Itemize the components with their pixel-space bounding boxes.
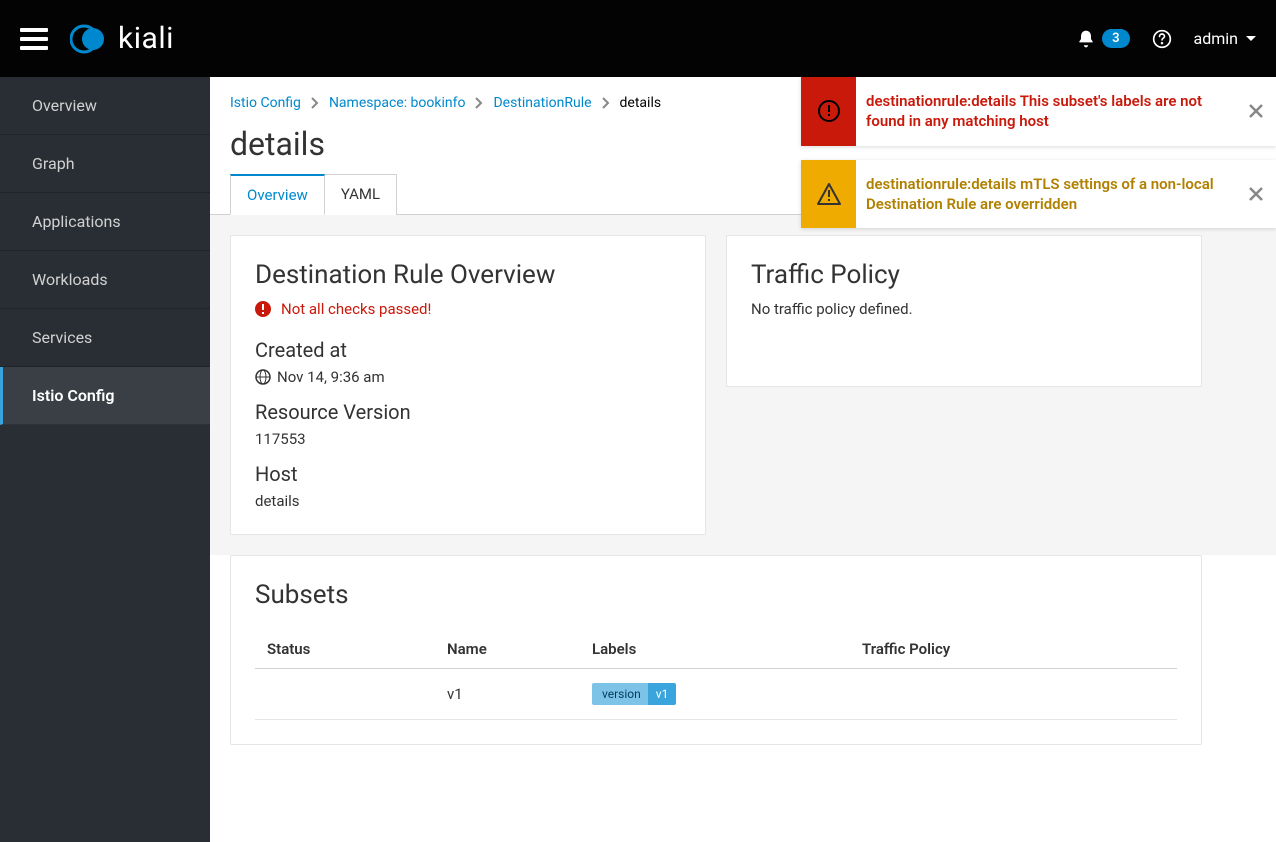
error-icon [255, 301, 271, 317]
alert-error-text: destinationrule:details This subset's la… [856, 77, 1236, 146]
tab-overview[interactable]: Overview [230, 174, 325, 215]
sidebar-item-services[interactable]: Services [0, 309, 210, 367]
cell-status [255, 669, 435, 720]
sidebar-item-graph[interactable]: Graph [0, 135, 210, 193]
cell-name: v1 [435, 669, 580, 720]
alert-error: destinationrule:details This subset's la… [801, 77, 1276, 146]
overview-card-title: Destination Rule Overview [255, 260, 681, 290]
sidebar-item-overview[interactable]: Overview [0, 77, 210, 135]
user-menu[interactable]: admin [1194, 29, 1256, 48]
close-icon [1249, 187, 1263, 201]
close-icon [1249, 104, 1263, 118]
hamburger-menu-icon[interactable] [20, 28, 48, 50]
created-at-label: Created at [255, 338, 681, 362]
tab-yaml[interactable]: YAML [325, 174, 397, 215]
resource-version-value: 117553 [255, 430, 681, 448]
subsets-title: Subsets [255, 580, 1177, 610]
sidebar-nav: Overview Graph Applications Workloads Se… [0, 77, 210, 842]
breadcrumb-current: details [620, 95, 662, 111]
breadcrumb-link-istio-config[interactable]: Istio Config [230, 95, 301, 111]
bell-icon [1076, 29, 1096, 49]
notifications-button[interactable]: 3 [1076, 29, 1129, 49]
app-header: kiali 3 admin [0, 0, 1276, 77]
col-labels: Labels [580, 630, 850, 669]
traffic-policy-title: Traffic Policy [751, 260, 1177, 290]
chevron-down-icon [1246, 36, 1256, 41]
globe-icon [255, 369, 271, 385]
table-row: v1 versionv1 [255, 669, 1177, 720]
alert-warning: destinationrule:details mTLS settings of… [801, 160, 1276, 229]
chevron-right-icon [311, 97, 319, 109]
table-header-row: Status Name Labels Traffic Policy [255, 630, 1177, 669]
traffic-policy-card: Traffic Policy No traffic policy defined… [726, 235, 1202, 387]
alert-warning-icon [801, 160, 856, 229]
chevron-right-icon [475, 97, 483, 109]
sidebar-item-workloads[interactable]: Workloads [0, 251, 210, 309]
breadcrumb-link-type[interactable]: DestinationRule [493, 95, 591, 111]
resource-version-label: Resource Version [255, 400, 681, 424]
created-at-value: Nov 14, 9:36 am [255, 368, 681, 386]
col-name: Name [435, 630, 580, 669]
label-value-chip: v1 [648, 683, 677, 705]
validation-status: Not all checks passed! [255, 300, 681, 318]
breadcrumb-link-namespace[interactable]: Namespace: bookinfo [329, 95, 466, 111]
app-name: kiali [118, 21, 174, 56]
col-traffic-policy: Traffic Policy [850, 630, 1177, 669]
destination-rule-overview-card: Destination Rule Overview Not all checks… [230, 235, 706, 535]
chevron-right-icon [602, 97, 610, 109]
kiali-logo-icon [70, 20, 108, 58]
alert-error-icon [801, 77, 856, 146]
app-logo[interactable]: kiali [70, 20, 174, 58]
alert-stack: destinationrule:details This subset's la… [801, 77, 1276, 242]
subsets-table: Status Name Labels Traffic Policy v1 ver… [255, 630, 1177, 720]
sidebar-item-applications[interactable]: Applications [0, 193, 210, 251]
cell-traffic-policy [850, 669, 1177, 720]
username: admin [1194, 29, 1238, 48]
subsets-card: Subsets Status Name Labels Traffic Polic… [230, 555, 1202, 745]
host-value: details [255, 492, 681, 510]
traffic-policy-none-text: No traffic policy defined. [751, 300, 1177, 318]
col-status: Status [255, 630, 435, 669]
alert-warning-text: destinationrule:details mTLS settings of… [856, 160, 1236, 229]
label-key-chip: version [592, 683, 651, 705]
cell-labels: versionv1 [580, 669, 850, 720]
help-icon[interactable] [1152, 29, 1172, 49]
host-label: Host [255, 462, 681, 486]
alert-close-button[interactable] [1236, 77, 1276, 146]
notification-count-badge: 3 [1102, 29, 1129, 48]
alert-close-button[interactable] [1236, 160, 1276, 229]
sidebar-item-istio-config[interactable]: Istio Config [0, 367, 210, 425]
validation-status-text: Not all checks passed! [281, 300, 431, 318]
